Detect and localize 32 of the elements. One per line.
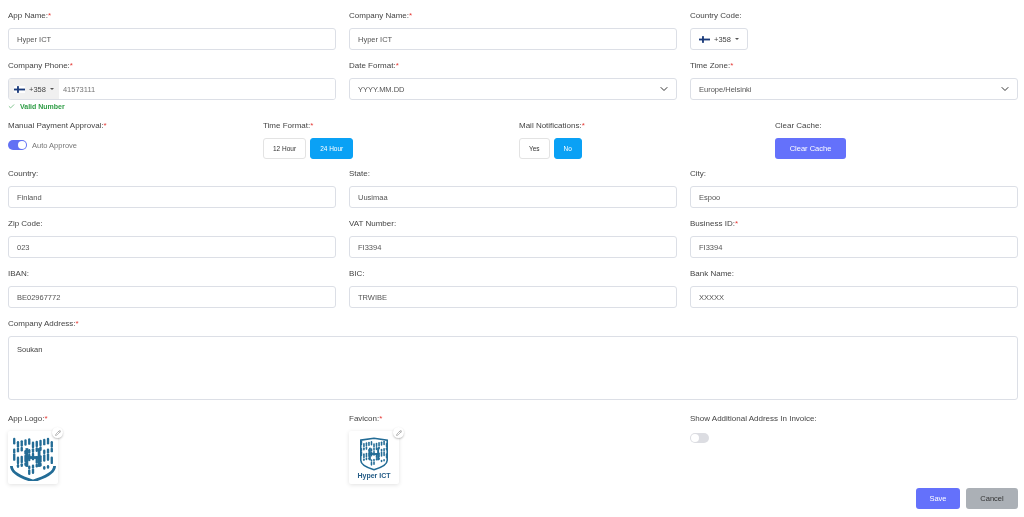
field-label: Zip Code: — [8, 218, 43, 230]
field-label: Show Additional Address In Invoice: — [690, 413, 817, 425]
logo-image — [8, 431, 58, 484]
field-label: Country: — [8, 168, 39, 180]
field-label: Company Address:* — [8, 318, 79, 330]
flag-icon — [14, 85, 25, 93]
field-label: Bank Name: — [690, 268, 735, 280]
field-label: Date Format:* — [349, 60, 399, 72]
field-label: Mail Notifications:* — [519, 120, 585, 132]
flag-icon — [699, 35, 710, 43]
field-label: Clear Cache: — [775, 120, 822, 132]
field-label: Business ID:* — [690, 218, 739, 230]
edit-icon[interactable] — [52, 427, 63, 438]
field-label: Company Phone:* — [8, 60, 73, 72]
field-label: App Logo:* — [8, 413, 48, 425]
field-label: Country Code: — [690, 10, 742, 22]
field-label: BIC: — [349, 268, 365, 280]
check-icon — [8, 103, 15, 110]
field-label: State: — [349, 168, 370, 180]
toggle-switch[interactable] — [8, 140, 27, 150]
field-label: Favicon:* — [349, 413, 383, 425]
field-label: Time Format:* — [263, 120, 314, 132]
field-label: Company Name:* — [349, 10, 413, 22]
field-label: VAT Number: — [349, 218, 397, 230]
field-label: City: — [690, 168, 706, 180]
edit-icon[interactable] — [393, 427, 404, 438]
field-label: App Name:* — [8, 10, 52, 22]
shield-logo-icon — [357, 436, 391, 471]
toggle-switch[interactable] — [690, 433, 709, 443]
field-label: IBAN: — [8, 268, 29, 280]
field-label: Manual Payment Approval:* — [8, 120, 107, 132]
field-label: Time Zone:* — [690, 60, 734, 72]
